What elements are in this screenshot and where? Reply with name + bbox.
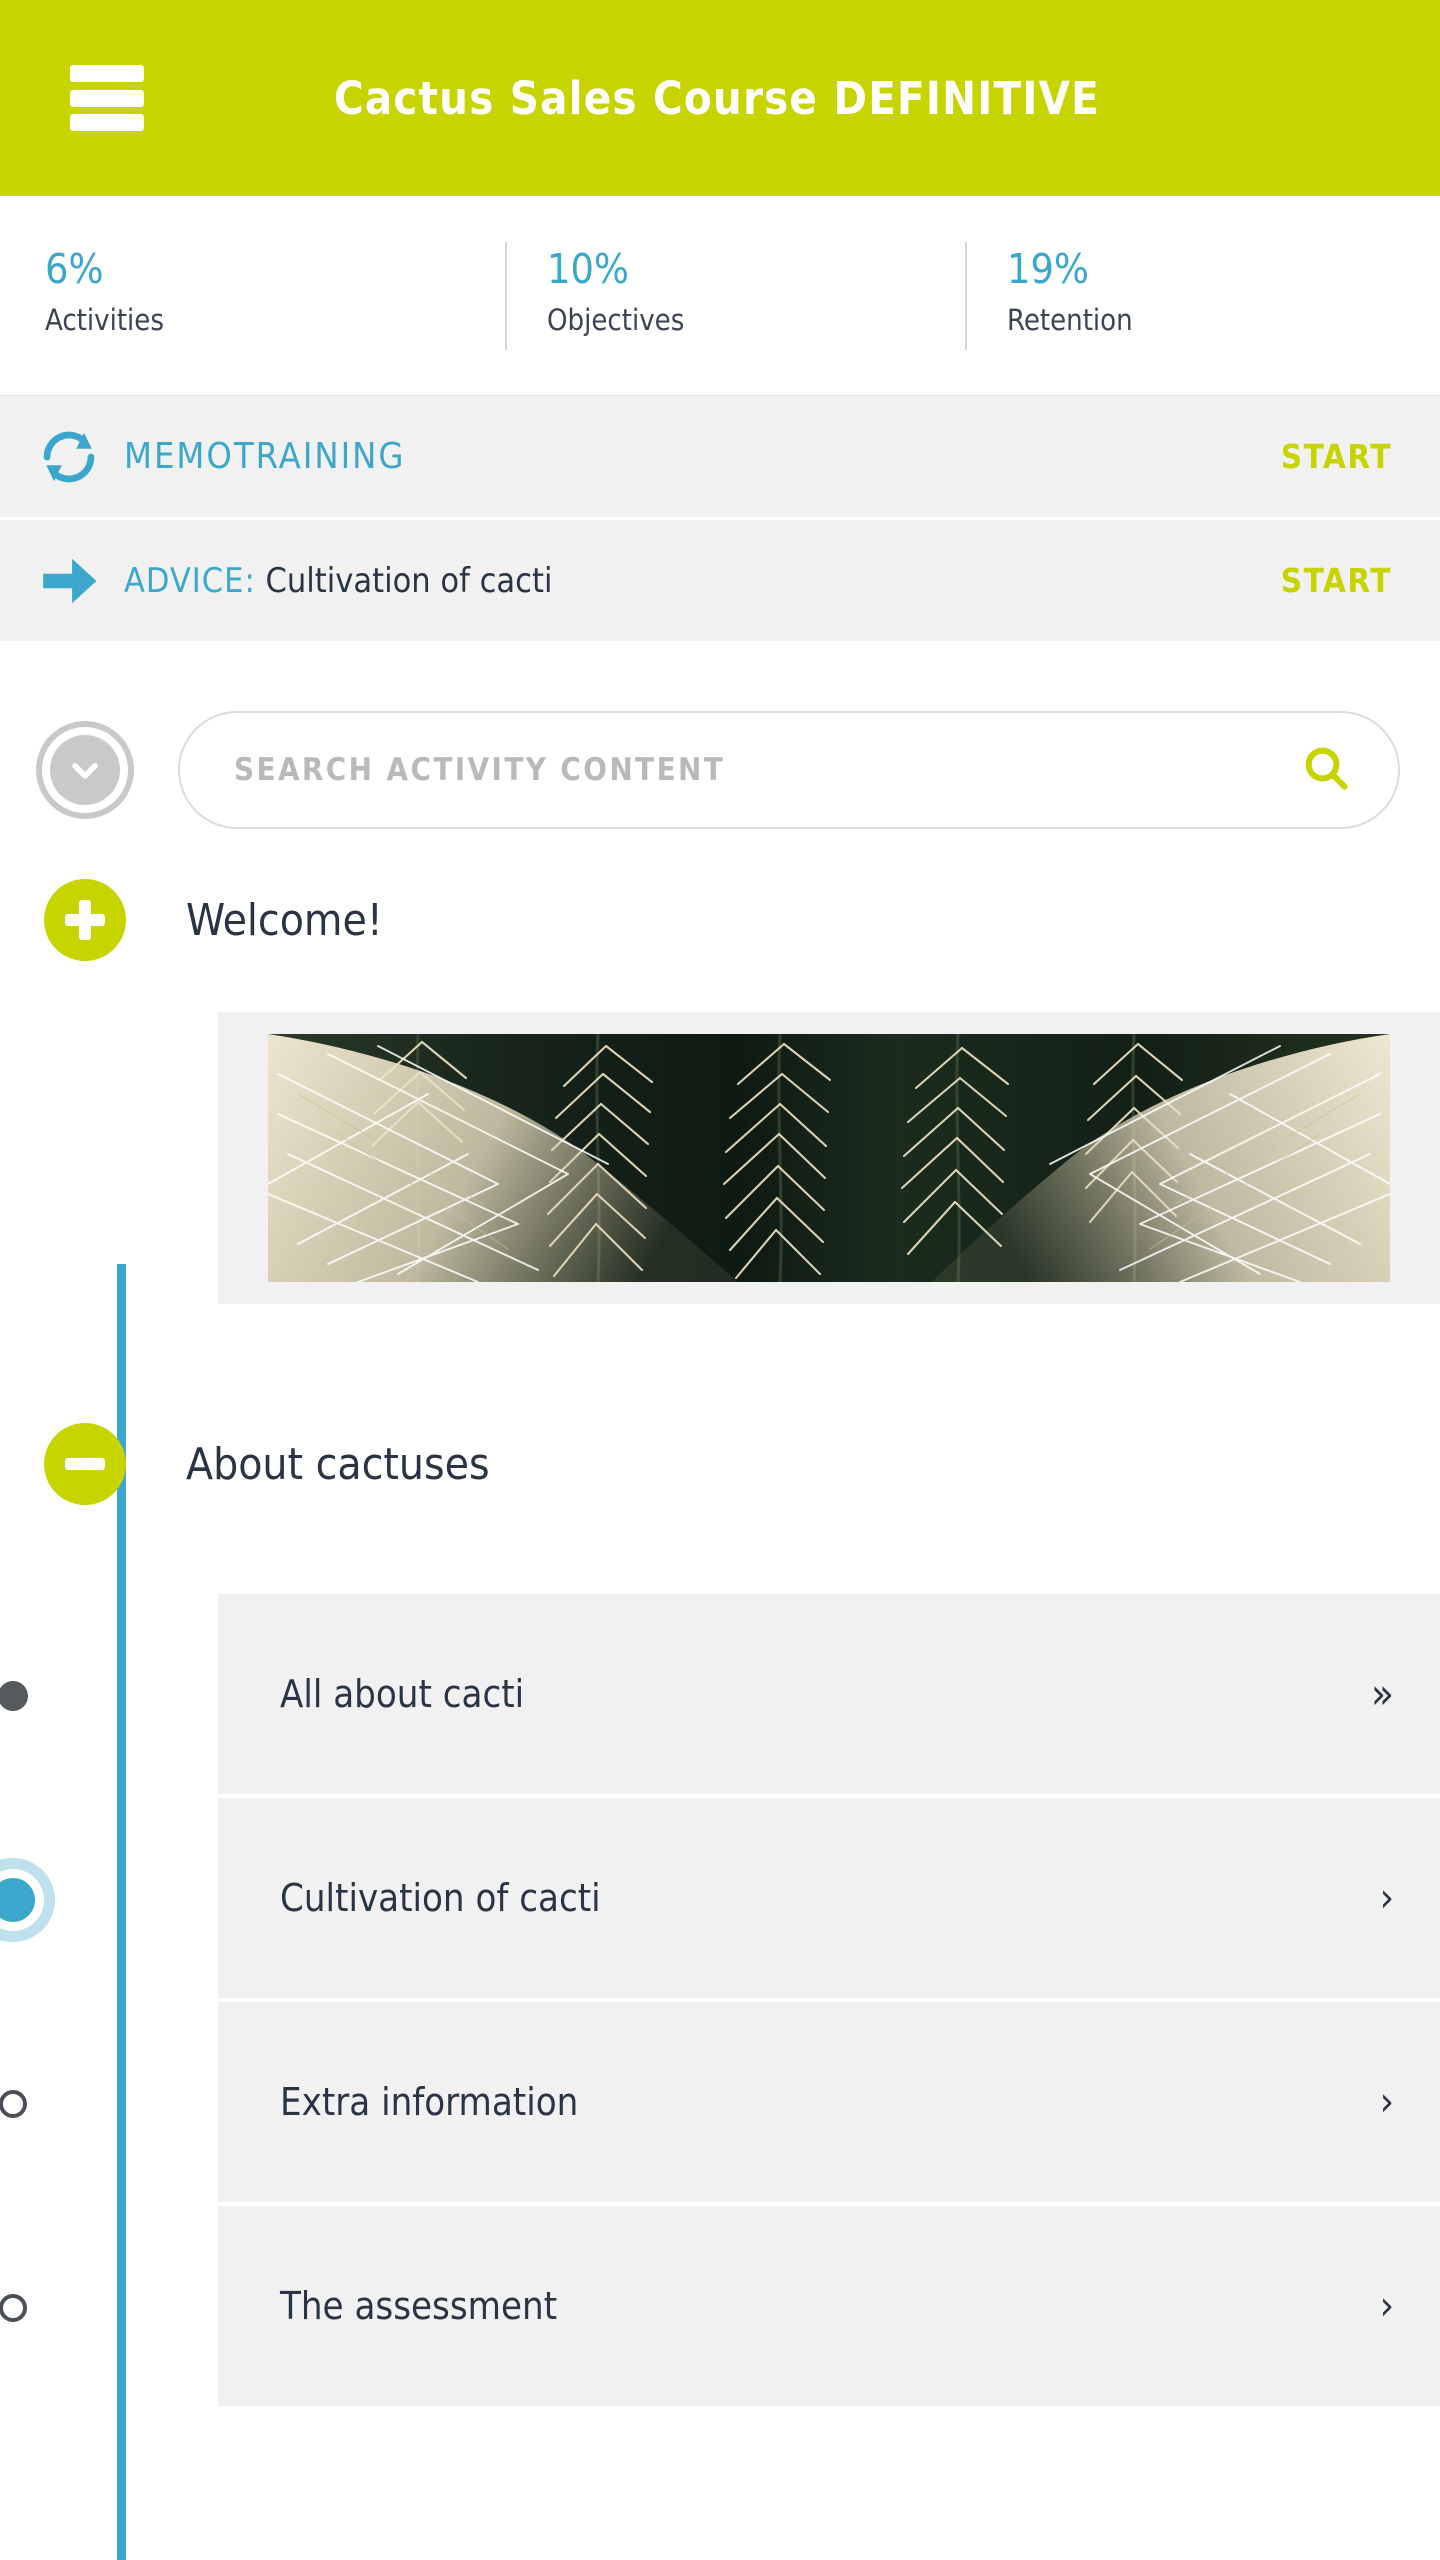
progress-stats: 6% Activities 10% Objectives 19% Retenti… [0, 196, 1440, 396]
timeline-marker-locked [0, 2294, 27, 2322]
welcome-media-card [218, 1012, 1440, 1304]
activity-timeline: Welcome! [0, 644, 1440, 2560]
list-item-label: The assessment [280, 2284, 558, 2328]
chevron-right-icon[interactable]: › [1380, 2082, 1394, 2122]
timeline-marker-active [0, 1858, 55, 1942]
dot-active-ring [0, 1869, 44, 1931]
list-item[interactable]: Extra information › [0, 2002, 1440, 2206]
list-item-body[interactable]: All about cacti » [218, 1594, 1440, 1798]
hamburger-bar [70, 89, 144, 107]
dot-active-core-icon [0, 1878, 35, 1922]
list-item[interactable]: All about cacti » [0, 1594, 1440, 1798]
stat-activities: 6% Activities [45, 242, 505, 350]
collapse-all-button[interactable] [36, 721, 134, 819]
sync-refresh-icon [30, 426, 108, 488]
search-box[interactable] [178, 711, 1400, 829]
list-item[interactable]: Cultivation of cacti › [0, 1798, 1440, 2002]
plus-bar-vertical [79, 900, 91, 940]
advice-label: ADVICE: Cultivation of cacti [108, 561, 1281, 601]
chevron-right-icon[interactable]: › [1380, 2286, 1394, 2326]
list-item-label: Cultivation of cacti [280, 1876, 601, 1920]
arrow-right-icon [30, 550, 108, 612]
stat-value: 10% [547, 244, 629, 293]
list-item-label: All about cacti [280, 1672, 525, 1716]
list-item-label: Extra information [280, 2080, 579, 2124]
dot-filled-icon [0, 1681, 28, 1711]
list-item-body[interactable]: The assessment › [218, 2206, 1440, 2410]
cactus-closeup-photo [268, 1034, 1390, 1282]
section-about-cactuses: About cactuses All about cacti » Cultiva… [0, 1394, 1440, 2410]
section-title: Welcome! [186, 894, 383, 946]
expand-plus-icon[interactable] [44, 879, 126, 961]
collapse-minus-icon[interactable] [44, 1423, 126, 1505]
page-title: Cactus Sales Course DEFINITIVE [334, 71, 1100, 125]
stat-label: Objectives [547, 302, 685, 337]
hamburger-bar [70, 65, 144, 82]
memotraining-keyword: MEMOTRAINING [124, 436, 406, 477]
timeline-marker-locked [0, 2090, 27, 2118]
timeline-dot-col [0, 2002, 218, 2206]
search-row [0, 690, 1440, 850]
advice-row[interactable]: ADVICE: Cultivation of cacti START [0, 520, 1440, 644]
search-input[interactable] [234, 752, 1300, 788]
magnifier-icon[interactable] [1300, 742, 1352, 798]
stat-retention: 19% Retention [965, 241, 1425, 350]
chevron-down-icon [50, 735, 120, 805]
timeline-dot-col [0, 2206, 218, 2410]
section-header[interactable]: Welcome! [0, 850, 1440, 990]
advice-keyword: ADVICE: [124, 560, 256, 601]
advice-start-button[interactable]: START [1281, 561, 1408, 600]
section-header[interactable]: About cactuses [0, 1394, 1440, 1534]
timeline-marker-completed [0, 1681, 28, 1711]
list-item-body[interactable]: Cultivation of cacti › [218, 1798, 1440, 2002]
activity-list: All about cacti » Cultivation of cacti ›… [0, 1594, 1440, 2410]
section-title: About cactuses [186, 1438, 490, 1490]
stat-value: 19% [1007, 244, 1089, 293]
dot-hollow-icon [0, 2294, 27, 2322]
dot-active-halo [0, 1858, 55, 1942]
list-item[interactable]: The assessment › [0, 2206, 1440, 2410]
memotraining-row[interactable]: MEMOTRAINING START [0, 396, 1440, 520]
hamburger-menu-icon[interactable] [70, 65, 144, 131]
timeline-dot-col [0, 1594, 218, 1798]
stat-value: 6% [45, 244, 104, 293]
hamburger-bar [70, 114, 144, 131]
chevron-right-icon[interactable]: › [1380, 1878, 1394, 1918]
stat-label: Retention [1007, 302, 1133, 337]
dot-hollow-icon [0, 2090, 27, 2118]
section-welcome: Welcome! [0, 850, 1440, 1304]
stat-label: Activities [45, 302, 164, 337]
double-chevron-right-icon[interactable]: » [1371, 1673, 1394, 1715]
timeline-dot-col [0, 1798, 218, 2002]
list-item-body[interactable]: Extra information › [218, 2002, 1440, 2206]
app-header: Cactus Sales Course DEFINITIVE [0, 0, 1440, 196]
minus-bar-horizontal [65, 1458, 105, 1470]
memotraining-label: MEMOTRAINING [108, 436, 1281, 477]
memotraining-start-button[interactable]: START [1281, 437, 1408, 476]
stat-objectives: 10% Objectives [505, 241, 965, 350]
advice-detail: Cultivation of cacti [265, 560, 553, 601]
